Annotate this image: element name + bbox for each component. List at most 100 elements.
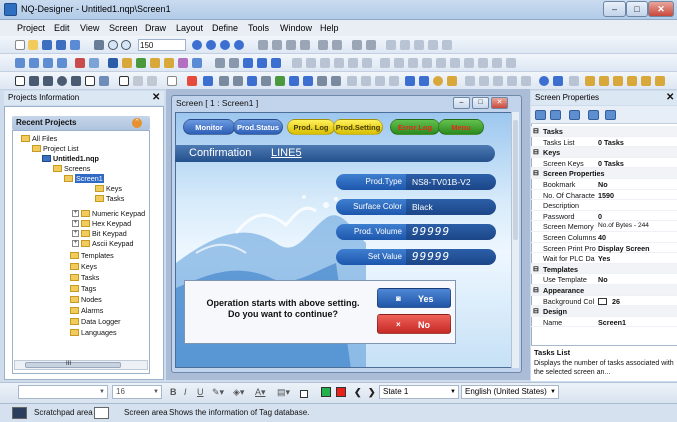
expand-plus-icon[interactable]: + [72, 210, 79, 217]
tree-item-numeric-keypad[interactable]: Numeric Keypad [81, 209, 145, 218]
menu-screen[interactable]: Screen [109, 23, 138, 33]
grid-icon[interactable] [386, 40, 396, 50]
property-category[interactable]: ⊟ Appearance [531, 285, 677, 296]
library-open-icon[interactable] [641, 76, 651, 86]
language-icon[interactable] [164, 58, 174, 68]
categorized-icon[interactable] [535, 110, 546, 120]
rectangle-icon[interactable] [43, 76, 53, 86]
tree-item-ascii-keypad[interactable]: Ascii Keypad [81, 239, 134, 248]
surface-color-value[interactable]: Black [406, 199, 496, 215]
prev-state-icon[interactable]: ❮ [354, 387, 362, 398]
scroll-thumb[interactable]: III [25, 361, 121, 368]
help-icon[interactable] [234, 40, 244, 50]
border-style-icon[interactable]: ▤▾ [277, 387, 290, 398]
align-middle-icon[interactable] [348, 58, 358, 68]
fill-color-icon[interactable]: ◈▾ [233, 387, 244, 398]
property-row[interactable]: Bookmark No [531, 179, 677, 190]
ruler-icon[interactable] [428, 40, 438, 50]
hex-icon[interactable] [479, 76, 489, 86]
property-value[interactable]: 1590 [598, 191, 676, 200]
property-value[interactable]: 0 Tasks [598, 138, 676, 147]
align-top-icon[interactable] [334, 58, 344, 68]
bring-front-icon[interactable] [450, 58, 460, 68]
menu-tools[interactable]: Tools [248, 23, 269, 33]
tree-item-languages[interactable]: Languages [70, 328, 117, 337]
language-select[interactable]: English (United States) ▼ [461, 385, 559, 399]
zoom-in-icon[interactable] [108, 40, 118, 50]
user-icon[interactable] [178, 58, 188, 68]
set-value-value[interactable]: 99999 [406, 249, 496, 265]
tree-item-keys[interactable]: Keys [70, 262, 97, 271]
tree-item-screen1[interactable]: Screen1 [64, 174, 104, 183]
expand-plus-icon[interactable]: + [72, 230, 79, 237]
line-color-icon[interactable]: ✎▾ [212, 387, 224, 398]
send-back-icon[interactable] [464, 58, 474, 68]
historical-icon[interactable] [331, 76, 341, 86]
property-value[interactable]: 40 [598, 233, 676, 242]
word-lamp-icon[interactable] [303, 76, 313, 86]
prod-status-button[interactable]: Prod.Status [233, 119, 283, 135]
polygon-icon[interactable] [71, 76, 81, 86]
template-icon[interactable] [29, 58, 39, 68]
font-name-select[interactable]: ▼ [18, 385, 108, 399]
property-value[interactable]: 0 [598, 212, 676, 221]
yes-button[interactable]: ◙ Yes [377, 288, 451, 308]
property-row[interactable]: Use Template No [531, 274, 677, 285]
tree-horizontal-scrollbar[interactable]: III [14, 360, 148, 370]
recipe-icon[interactable] [361, 76, 371, 86]
scroll-thumb[interactable] [513, 120, 518, 240]
library-close-icon[interactable] [655, 76, 665, 86]
maximize-button[interactable]: □ [626, 1, 648, 17]
picture-icon[interactable] [389, 76, 399, 86]
align-center-icon[interactable] [306, 58, 316, 68]
menu-view[interactable]: View [80, 23, 99, 33]
arrow-left-icon[interactable] [318, 40, 328, 50]
date-icon[interactable] [147, 76, 157, 86]
align-left-icon[interactable] [292, 58, 302, 68]
property-row[interactable]: Description [531, 200, 677, 211]
popup-icon[interactable] [419, 76, 429, 86]
clock-icon[interactable] [133, 76, 143, 86]
library-save-icon[interactable] [627, 76, 637, 86]
tree-item-tasks[interactable]: Tasks [70, 273, 99, 282]
next-icon[interactable] [257, 58, 267, 68]
message-icon[interactable] [375, 76, 385, 86]
property-value[interactable]: Yes [598, 254, 676, 263]
bg-color-swatch[interactable] [300, 390, 308, 398]
monitor-icon[interactable] [108, 58, 118, 68]
collapse-icon[interactable]: ⊟ [533, 169, 539, 177]
bar-graph-icon[interactable] [187, 76, 197, 86]
key-icon[interactable] [447, 76, 457, 86]
meter-icon[interactable] [203, 76, 213, 86]
menu-define[interactable]: Define [212, 23, 238, 33]
play-icon[interactable] [243, 58, 253, 68]
last-icon[interactable] [271, 58, 281, 68]
lamp-icon[interactable] [261, 76, 271, 86]
menu-help[interactable]: Help [320, 23, 339, 33]
alarm-list-icon[interactable] [317, 76, 327, 86]
tree-item-nodes[interactable]: Nodes [70, 295, 102, 304]
first-icon[interactable] [215, 58, 225, 68]
print-icon[interactable] [94, 40, 104, 50]
collapse-icon[interactable]: ⊟ [533, 265, 539, 273]
tree-item-screen-keys[interactable]: Keys [95, 184, 122, 193]
grid-snap-icon[interactable] [400, 40, 410, 50]
property-row[interactable]: Name Screen1 [531, 317, 677, 328]
collapse-icon[interactable]: ⊟ [533, 127, 539, 135]
property-category[interactable]: ⊟ Screen Properties [531, 168, 677, 179]
error-log-button[interactable]: Error Log [390, 119, 440, 135]
state-select[interactable]: State 1 ▼ [379, 385, 459, 399]
next-screen-icon[interactable] [43, 58, 53, 68]
network-icon[interactable] [553, 76, 563, 86]
transfer-icon[interactable] [70, 40, 80, 50]
undo-icon[interactable] [352, 40, 362, 50]
tree-item-project-list[interactable]: Project List [32, 144, 79, 153]
tree-item-templates[interactable]: Templates [70, 251, 114, 260]
table-icon[interactable] [414, 40, 424, 50]
same-size-icon[interactable] [408, 58, 418, 68]
keys-icon[interactable] [89, 58, 99, 68]
property-value[interactable]: 0 Tasks [598, 159, 676, 168]
no-button[interactable]: × No [377, 314, 451, 334]
property-row[interactable]: Screen Print Pro Display Screen [531, 243, 677, 254]
line-icon[interactable] [29, 76, 39, 86]
